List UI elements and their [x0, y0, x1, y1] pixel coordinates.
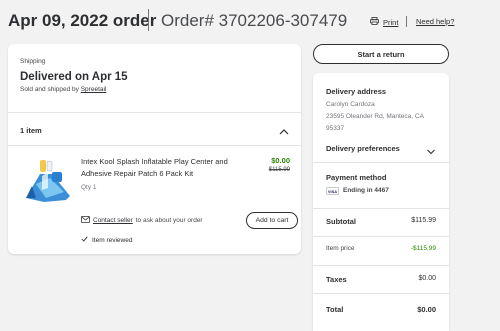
- need-help-link[interactable]: Need help?: [416, 17, 454, 26]
- header-link-divider: [406, 16, 407, 27]
- product-price: $0.00: [271, 156, 290, 165]
- divider: [313, 293, 449, 294]
- subtotal-value: $115.99: [411, 217, 436, 224]
- printer-icon: [370, 17, 379, 27]
- divider: [313, 162, 449, 163]
- address-name: Carolyn Cardoza: [326, 101, 375, 108]
- divider: [8, 112, 301, 113]
- delivery-address-title: Delivery address: [326, 87, 387, 96]
- shipping-label: Shipping: [20, 58, 46, 65]
- delivery-preferences[interactable]: Delivery preferences: [326, 144, 400, 153]
- order-header: Apr 09, 2022 order Order# 3702206-307479…: [0, 0, 500, 40]
- visa-card-icon: VISA: [326, 187, 339, 195]
- subtotal-label: Subtotal: [326, 217, 356, 226]
- taxes-label: Taxes: [326, 275, 347, 284]
- sold-by-prefix: Sold and shipped by: [20, 86, 79, 93]
- item-reviewed-label: Item reviewed: [92, 236, 133, 244]
- item-price-value: -$115.99: [410, 245, 436, 252]
- print-label: Print: [383, 17, 399, 27]
- divider: [8, 145, 301, 146]
- start-return-button[interactable]: Start a return: [313, 44, 449, 64]
- order-number: Order# 3702206-307479: [161, 11, 348, 30]
- contact-seller-suffix: to ask about your order: [135, 217, 203, 224]
- contact-seller-link[interactable]: Contact seller: [93, 217, 133, 224]
- card-ending: Ending in 4467: [343, 187, 389, 194]
- add-to-cart-button[interactable]: Add to cart: [246, 212, 298, 229]
- divider: [313, 265, 449, 266]
- chevron-down-icon[interactable]: [426, 143, 436, 161]
- checkmark-icon: [81, 236, 88, 244]
- divider: [313, 208, 449, 209]
- payment-method-title: Payment method: [326, 173, 387, 182]
- item-price-label: Item price: [326, 245, 355, 252]
- divider: [313, 236, 449, 237]
- chevron-up-icon[interactable]: [278, 124, 290, 135]
- order-date: Apr 09, 2022 order: [8, 11, 157, 30]
- taxes-value: $0.00: [418, 275, 436, 282]
- print-link[interactable]: Print: [370, 17, 398, 27]
- seller-link[interactable]: Spreetail: [81, 86, 107, 93]
- product-image[interactable]: [22, 158, 74, 204]
- header-divider: [148, 9, 149, 31]
- product-name-link[interactable]: Intex Kool Splash Inflatable Play Center…: [81, 156, 246, 180]
- delivery-status: Delivered on Apr 15: [20, 71, 128, 83]
- product-original-price: $115.99: [268, 167, 290, 173]
- shipment-card: Shipping Delivered on Apr 15 Sold and sh…: [8, 44, 301, 254]
- items-count: 1 item: [20, 126, 42, 135]
- total-value: $0.00: [417, 305, 436, 314]
- order-summary-card: Delivery address Carolyn Cardoza 23595 O…: [313, 73, 449, 331]
- item-reviewed: Item reviewed: [81, 236, 132, 244]
- address-line: 23595 Oleander Rd, Manteca, CA 95337: [326, 113, 424, 132]
- contact-seller: Contact seller to ask about your order: [81, 216, 203, 225]
- product-quantity: Qty 1: [81, 184, 97, 191]
- sold-by: Sold and shipped by Spreetail: [20, 86, 106, 93]
- total-label: Total: [326, 305, 344, 314]
- message-icon: [81, 216, 90, 225]
